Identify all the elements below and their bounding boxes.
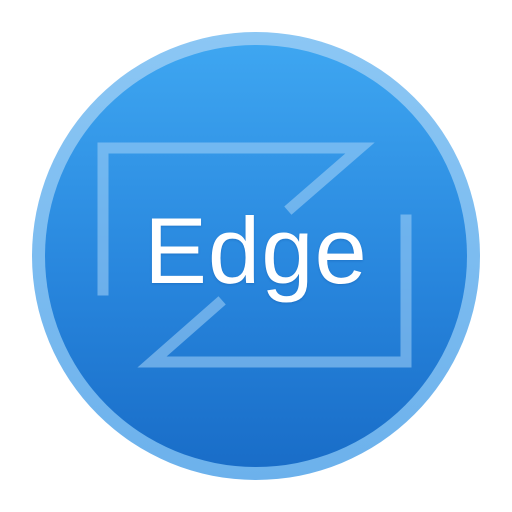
app-name-label: Edge: [144, 198, 368, 303]
app-icon: Edge: [0, 0, 512, 512]
